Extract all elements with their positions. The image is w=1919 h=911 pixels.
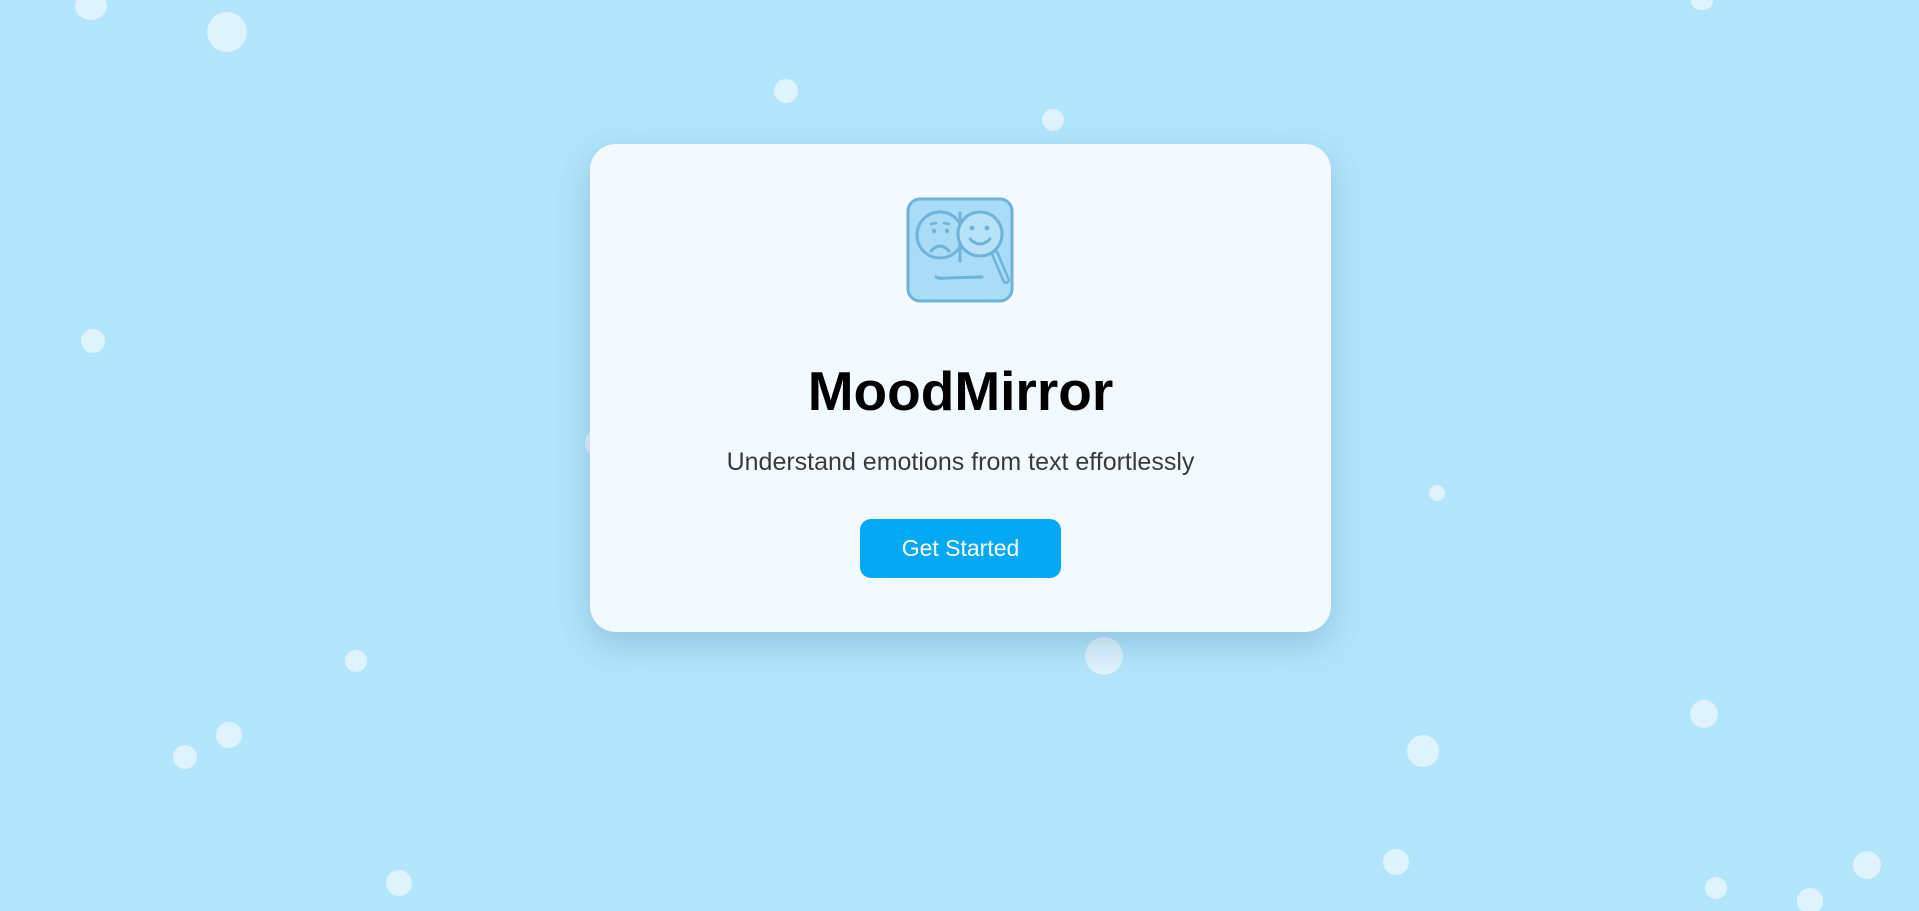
- background-bubble: [1085, 637, 1123, 675]
- background-bubble: [1853, 851, 1881, 879]
- background-bubble: [1407, 735, 1439, 767]
- background-bubble: [207, 12, 247, 52]
- background-bubble: [1691, 0, 1713, 10]
- background-bubble: [386, 870, 412, 896]
- welcome-card: MoodMirror Understand emotions from text…: [590, 144, 1331, 632]
- background-bubble: [1383, 849, 1409, 875]
- app-tagline: Understand emotions from text effortless…: [726, 448, 1195, 476]
- background-bubble: [173, 745, 197, 769]
- background-bubble: [1042, 109, 1064, 131]
- background-bubble: [1705, 877, 1727, 899]
- background-bubble: [216, 722, 242, 748]
- background-bubble: [345, 650, 367, 672]
- app-title: MoodMirror: [807, 360, 1114, 422]
- background-bubble: [1797, 888, 1823, 911]
- background-bubble: [1690, 700, 1718, 728]
- get-started-button[interactable]: Get Started: [860, 519, 1061, 578]
- background-bubble: [1429, 485, 1445, 501]
- background-bubble: [81, 329, 105, 353]
- sad-happy-face-magnifier-icon: [906, 197, 1014, 303]
- background-bubble: [75, 0, 107, 20]
- background-bubble: [774, 79, 798, 103]
